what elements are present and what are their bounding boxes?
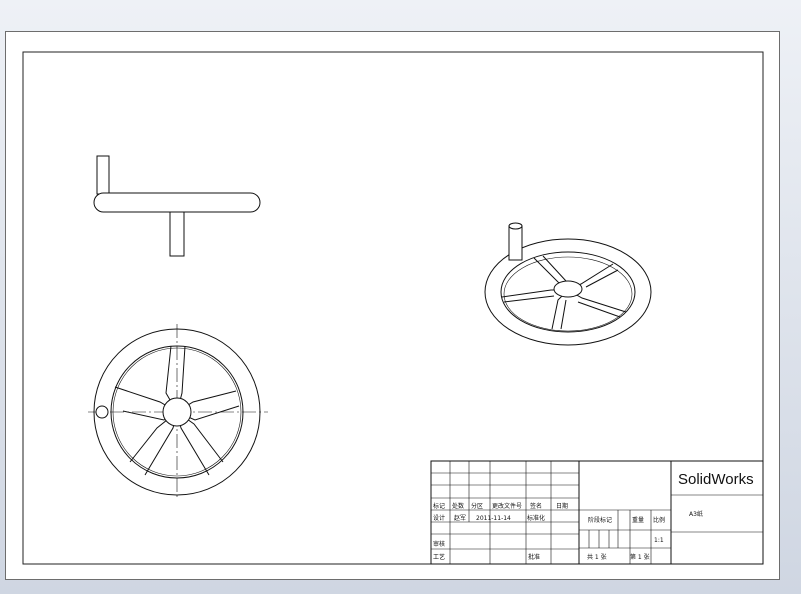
tb-brand: SolidWorks	[678, 471, 754, 488]
tb-design-date: 2011-11-14	[476, 515, 511, 522]
tb-process-label: 工艺	[433, 553, 445, 561]
tb-header-signature: 签名	[530, 502, 542, 510]
tb-review-label: 审核	[433, 540, 445, 548]
title-block-text: 标记 处数 分区 更改文件号 签名 日期 设计 赵军 2011-11-14 标准…	[433, 471, 754, 561]
drawing-sheet: 标记 处数 分区 更改文件号 签名 日期 设计 赵军 2011-11-14 标准…	[5, 31, 780, 580]
tb-design-label: 设计	[433, 514, 445, 522]
tb-header-date: 日期	[556, 502, 568, 510]
tb-sheet-size: A3纸	[689, 510, 703, 518]
tb-approve-label: 批准	[528, 553, 540, 561]
iso-handle-body	[508, 225, 523, 261]
iso-hub	[553, 280, 583, 298]
tb-scale-label: 比例	[653, 516, 665, 524]
isometric-view[interactable]	[484, 222, 652, 346]
hub-shaft	[169, 211, 185, 257]
iso-handle-top	[508, 222, 523, 230]
tb-designer: 赵军	[454, 514, 466, 522]
tb-sheet-no: 第 1 张	[630, 553, 650, 561]
tb-header-zone: 分区	[471, 502, 483, 510]
top-view[interactable]	[88, 324, 268, 500]
handle-knob	[96, 155, 110, 195]
tb-standardization-label: 标准化	[527, 514, 545, 522]
tb-total-sheets: 共 1 张	[587, 553, 607, 561]
front-view[interactable]	[93, 155, 261, 257]
tb-scale-value: 1:1	[654, 537, 664, 544]
drawing-canvas: 标记 处数 分区 更改文件号 签名 日期 设计 赵军 2011-11-14 标准…	[22, 51, 764, 565]
hub	[162, 397, 192, 427]
wheel-rim-profile	[93, 192, 261, 213]
tb-header-count: 处数	[452, 502, 464, 510]
tb-stage-mark-label: 阶段标记	[588, 516, 612, 524]
drawing-border	[22, 51, 764, 565]
tb-header-change-doc: 更改文件号	[492, 502, 522, 510]
tb-weight-label: 重量	[632, 516, 644, 524]
handle-section	[95, 405, 109, 419]
tb-header-mark: 标记	[433, 502, 445, 510]
